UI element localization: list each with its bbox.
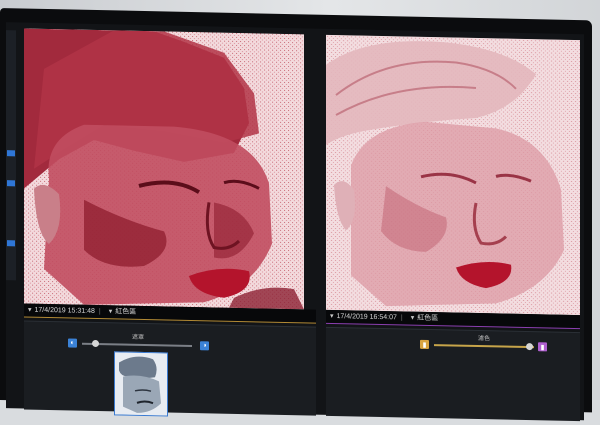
caret-down-icon[interactable]: ▾ — [28, 307, 32, 314]
monitor-bezel: ▾ 17/4/2019 15:31:48 | ▾ 紅色區 ▾ 17/4/2019 16:5… — [0, 8, 592, 422]
left-mode-dropdown[interactable]: 紅色區 — [115, 308, 136, 315]
right-mode-dropdown[interactable]: 紅色區 — [417, 315, 438, 322]
left-face-render — [24, 28, 304, 310]
separator: | — [98, 308, 101, 316]
caret-down-icon[interactable]: ▾ — [330, 313, 334, 320]
contrast-low-icon[interactable]: ◐ — [68, 338, 77, 348]
caret-down-icon[interactable]: ▾ — [411, 315, 415, 322]
contrast-high-icon[interactable]: ◑ — [200, 341, 209, 351]
left-slider-knob[interactable] — [92, 339, 99, 348]
right-timestamp: 17/4/2019 16:54:07 — [336, 313, 397, 322]
right-slider-label: 濾色 — [478, 336, 491, 343]
toolbar-indicator[interactable] — [7, 150, 15, 157]
thumbnail-preview[interactable] — [114, 351, 168, 417]
toolbar-indicator[interactable] — [7, 180, 15, 187]
caret-down-icon[interactable]: ▾ — [109, 308, 113, 315]
right-control-panel: 濾色 ▮ ▮ — [326, 326, 580, 422]
monitor-screen: ▾ 17/4/2019 15:31:48 | ▾ 紅色區 ▾ 17/4/2019 16:5… — [6, 22, 584, 422]
left-timestamp: 17/4/2019 15:31:48 — [34, 306, 95, 315]
left-face-image[interactable] — [24, 28, 304, 310]
right-face-render — [326, 34, 580, 316]
left-slider-label: 遮罩 — [132, 334, 145, 342]
right-face-image[interactable] — [326, 34, 580, 316]
right-slider-track[interactable] — [434, 344, 534, 349]
toolbar-indicator[interactable] — [7, 240, 15, 247]
left-toolbar-strip[interactable] — [6, 30, 16, 281]
separator: | — [400, 314, 403, 322]
contrast-low-icon[interactable]: ▮ — [420, 339, 429, 349]
left-control-panel: 遮罩 ◐ ◑ — [24, 320, 316, 417]
thumbnail-face — [115, 352, 167, 416]
right-slider-knob[interactable] — [526, 343, 533, 351]
contrast-high-icon[interactable]: ▮ — [538, 342, 547, 352]
